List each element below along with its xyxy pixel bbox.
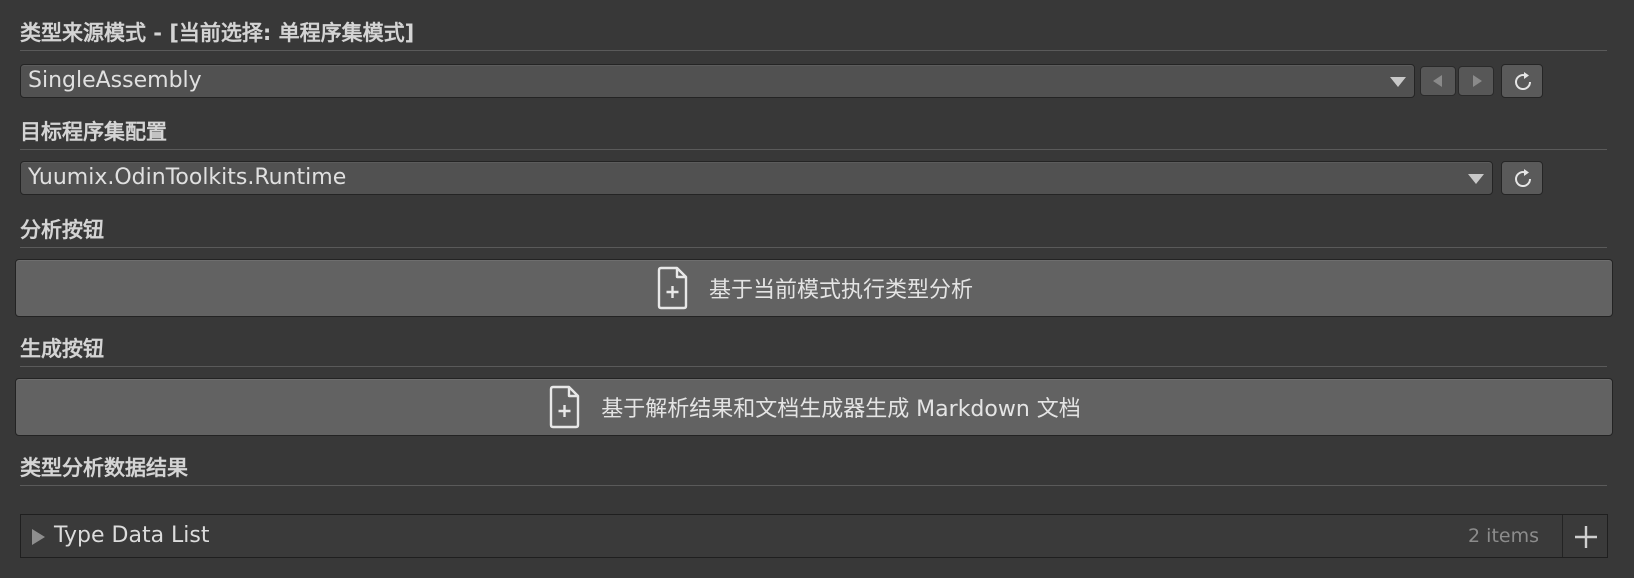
file-add-icon bbox=[549, 385, 580, 429]
generate-markdown-button-label: 基于解析结果和文档生成器生成 Markdown 文档 bbox=[601, 397, 1081, 422]
next-option-button[interactable] bbox=[1458, 66, 1494, 96]
refresh-icon bbox=[1515, 169, 1532, 188]
file-add-icon bbox=[657, 266, 688, 310]
analyze-header: 分析按钮 bbox=[20, 215, 1607, 248]
results-header: 类型分析数据结果 bbox=[20, 453, 1607, 486]
analyze-button-label: 基于当前模式执行类型分析 bbox=[708, 278, 973, 303]
prev-option-button[interactable] bbox=[1420, 66, 1456, 96]
type-source-refresh-button[interactable] bbox=[1501, 64, 1543, 98]
generate-markdown-button[interactable]: 基于解析结果和文档生成器生成 Markdown 文档 bbox=[15, 378, 1613, 436]
chevron-down-icon bbox=[1390, 77, 1406, 87]
analyze-button[interactable]: 基于当前模式执行类型分析 bbox=[15, 259, 1613, 317]
arrow-right-icon bbox=[1473, 75, 1482, 87]
list-header-divider bbox=[1562, 515, 1563, 557]
target-assembly-dropdown-value: Yuumix.OdinToolkits.Runtime bbox=[28, 165, 347, 190]
target-assembly-header: 目标程序集配置 bbox=[20, 117, 1607, 150]
type-data-list[interactable]: Type Data List 2 items bbox=[20, 514, 1608, 558]
plus-icon[interactable] bbox=[1573, 524, 1599, 550]
type-source-dropdown[interactable]: SingleAssembly bbox=[20, 64, 1415, 98]
type-source-dropdown-value: SingleAssembly bbox=[28, 68, 202, 93]
generate-header: 生成按钮 bbox=[20, 334, 1607, 367]
type-source-header: 类型来源模式 - [当前选择: 单程序集模式] bbox=[20, 18, 1607, 51]
arrow-left-icon bbox=[1433, 75, 1442, 87]
target-assembly-refresh-button[interactable] bbox=[1501, 161, 1543, 195]
type-data-list-count: 2 items bbox=[1468, 525, 1539, 547]
type-data-list-title[interactable]: Type Data List bbox=[54, 523, 210, 548]
chevron-down-icon bbox=[1468, 174, 1484, 184]
expand-triangle-icon[interactable] bbox=[32, 529, 45, 545]
target-assembly-dropdown[interactable]: Yuumix.OdinToolkits.Runtime bbox=[20, 161, 1493, 195]
refresh-icon bbox=[1515, 72, 1532, 91]
